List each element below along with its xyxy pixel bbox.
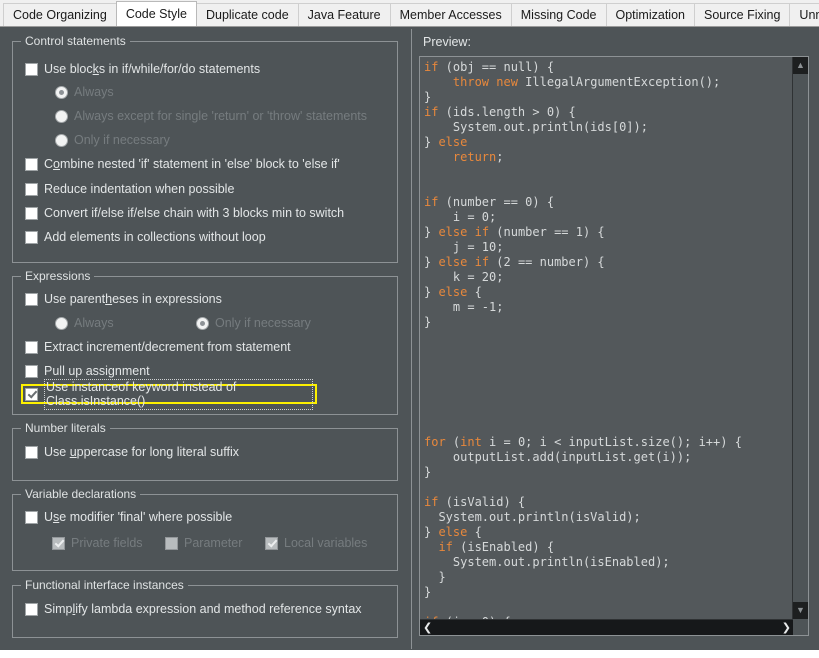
group-functional-interface-instances-title: Functional interface instances xyxy=(21,578,188,592)
radio-button[interactable] xyxy=(55,316,68,330)
checkbox-box[interactable] xyxy=(25,62,38,76)
checkbox-reduce-indentation[interactable]: Reduce indentation when possible xyxy=(25,182,234,196)
checkbox-label: Use parentheses in expressions xyxy=(44,292,222,306)
chevron-up-icon[interactable]: ▲ xyxy=(793,57,808,74)
checkbox-box[interactable] xyxy=(25,340,38,354)
checkbox-add-elements-without-loop[interactable]: Add elements in collections without loop xyxy=(25,230,266,244)
tab-code-style[interactable]: Code Style xyxy=(115,1,197,26)
checkbox-box[interactable] xyxy=(52,536,65,550)
checkbox-extract-increment[interactable]: Extract increment/decrement from stateme… xyxy=(25,340,291,354)
radio-label: Always xyxy=(74,316,114,330)
checkbox-use-blocks[interactable]: Use blocks in if/while/for/do statements xyxy=(25,62,260,76)
chevron-left-icon[interactable]: ❮ xyxy=(423,622,432,633)
checkbox-private-fields[interactable]: Private fields xyxy=(52,536,143,550)
tab-strip: Code Organizing Code Style Duplicate cod… xyxy=(0,0,819,26)
radio-label: Only if necessary xyxy=(74,133,170,147)
radio-button[interactable] xyxy=(55,133,68,147)
checkbox-label: Add elements in collections without loop xyxy=(44,230,266,244)
checkbox-use-instanceof-keyword-highlighted[interactable]: Use instanceof keyword instead of Class.… xyxy=(21,378,317,410)
checkbox-label: Parameter xyxy=(184,536,243,550)
checkbox-label: Simplify lambda expression and method re… xyxy=(44,602,362,616)
checkbox-box[interactable] xyxy=(25,387,38,401)
tab-source-fixing[interactable]: Source Fixing xyxy=(693,3,791,26)
options-pane: Control statements Use blocks in if/whil… xyxy=(0,27,410,651)
checkbox-box[interactable] xyxy=(25,182,38,196)
checkbox-label: Private fields xyxy=(71,536,143,550)
preview-label: Preview: xyxy=(423,35,471,49)
checkbox-label: Extract increment/decrement from stateme… xyxy=(44,340,291,354)
tab-optimization[interactable]: Optimization xyxy=(605,3,695,26)
checkbox-label: Reduce indentation when possible xyxy=(44,182,235,196)
checkbox-combine-nested-if[interactable]: Combine nested 'if' statement in 'else' … xyxy=(25,157,340,171)
radio-button[interactable] xyxy=(55,85,68,99)
checkbox-use-parentheses[interactable]: Use parentheses in expressions xyxy=(25,292,222,306)
preview-horizontal-scrollbar[interactable]: ❮ ❯ xyxy=(420,619,794,635)
checkbox-uppercase-long-suffix[interactable]: Use uppercase for long literal suffix xyxy=(25,445,239,459)
checkbox-box[interactable] xyxy=(25,230,38,244)
checkbox-label: Use uppercase for long literal suffix xyxy=(44,445,240,459)
checkbox-local-variables[interactable]: Local variables xyxy=(265,536,367,550)
checkbox-convert-to-switch[interactable]: Convert if/else if/else chain with 3 blo… xyxy=(25,206,344,220)
checkbox-label: Convert if/else if/else chain with 3 blo… xyxy=(44,206,345,220)
radio-blocks-always-except[interactable]: Always except for single 'return' or 'th… xyxy=(55,109,367,123)
checkbox-use-final-modifier[interactable]: Use modifier 'final' where possible xyxy=(25,510,232,524)
checkbox-parameter[interactable]: Parameter xyxy=(165,536,242,550)
vertical-scroll-track[interactable] xyxy=(793,74,808,602)
checkbox-box[interactable] xyxy=(165,536,178,550)
checkbox-pull-up-assignment[interactable]: Pull up assignment xyxy=(25,364,150,378)
preview-code-text: if (obj == null) { throw new IllegalArgu… xyxy=(424,60,742,619)
checkbox-label: Local variables xyxy=(284,536,368,550)
preview-code-viewport: if (obj == null) { throw new IllegalArgu… xyxy=(420,57,794,619)
checkbox-box[interactable] xyxy=(25,364,38,378)
radio-button[interactable] xyxy=(55,109,68,123)
checkbox-label: Use blocks in if/while/for/do statements xyxy=(44,62,261,76)
tab-duplicate-code[interactable]: Duplicate code xyxy=(195,3,299,26)
preview-code-box: if (obj == null) { throw new IllegalArgu… xyxy=(419,56,809,636)
radio-label: Always xyxy=(74,85,114,99)
checkbox-simplify-lambda[interactable]: Simplify lambda expression and method re… xyxy=(25,602,362,616)
settings-content: Control statements Use blocks in if/whil… xyxy=(0,26,819,654)
checkbox-box[interactable] xyxy=(25,157,38,171)
tab-unnecessary-code[interactable]: Unnecessary Code xyxy=(789,3,819,26)
checkbox-box[interactable] xyxy=(25,602,38,616)
checkbox-box[interactable] xyxy=(25,510,38,524)
checkbox-label: Use modifier 'final' where possible xyxy=(44,510,233,524)
group-number-literals-title: Number literals xyxy=(21,421,110,435)
chevron-down-icon[interactable]: ▼ xyxy=(793,602,808,619)
tab-member-accesses[interactable]: Member Accesses xyxy=(389,3,512,26)
radio-button[interactable] xyxy=(196,316,209,330)
scrollbar-corner xyxy=(793,619,808,635)
group-control-statements-title: Control statements xyxy=(21,34,130,48)
checkbox-box[interactable] xyxy=(25,206,38,220)
radio-blocks-always[interactable]: Always xyxy=(55,85,114,99)
checkbox-label: Pull up assignment xyxy=(44,364,150,378)
checkbox-box[interactable] xyxy=(25,292,38,306)
checkbox-label: Combine nested 'if' statement in 'else' … xyxy=(44,157,340,171)
group-variable-declarations-title: Variable declarations xyxy=(21,487,141,501)
preview-pane: Preview: if (obj == null) { throw new Il… xyxy=(412,27,819,651)
group-expressions-title: Expressions xyxy=(21,269,95,283)
radio-parens-always[interactable]: Always xyxy=(55,316,114,330)
chevron-right-icon[interactable]: ❯ xyxy=(782,622,791,633)
tab-java-feature[interactable]: Java Feature xyxy=(297,3,391,26)
checkbox-label: Use instanceof keyword instead of Class.… xyxy=(44,378,313,410)
group-variable-declarations: Variable declarations xyxy=(12,487,398,571)
radio-label: Always except for single 'return' or 'th… xyxy=(74,109,367,123)
radio-parens-only-if-necessary[interactable]: Only if necessary xyxy=(196,316,311,330)
radio-label: Only if necessary xyxy=(215,316,311,330)
checkbox-box[interactable] xyxy=(25,445,38,459)
radio-blocks-only-if-necessary[interactable]: Only if necessary xyxy=(55,133,170,147)
tab-missing-code[interactable]: Missing Code xyxy=(510,3,607,26)
tab-code-organizing[interactable]: Code Organizing xyxy=(3,3,117,26)
preview-vertical-scrollbar[interactable]: ▲ ▼ xyxy=(792,57,808,619)
checkbox-box[interactable] xyxy=(265,536,278,550)
